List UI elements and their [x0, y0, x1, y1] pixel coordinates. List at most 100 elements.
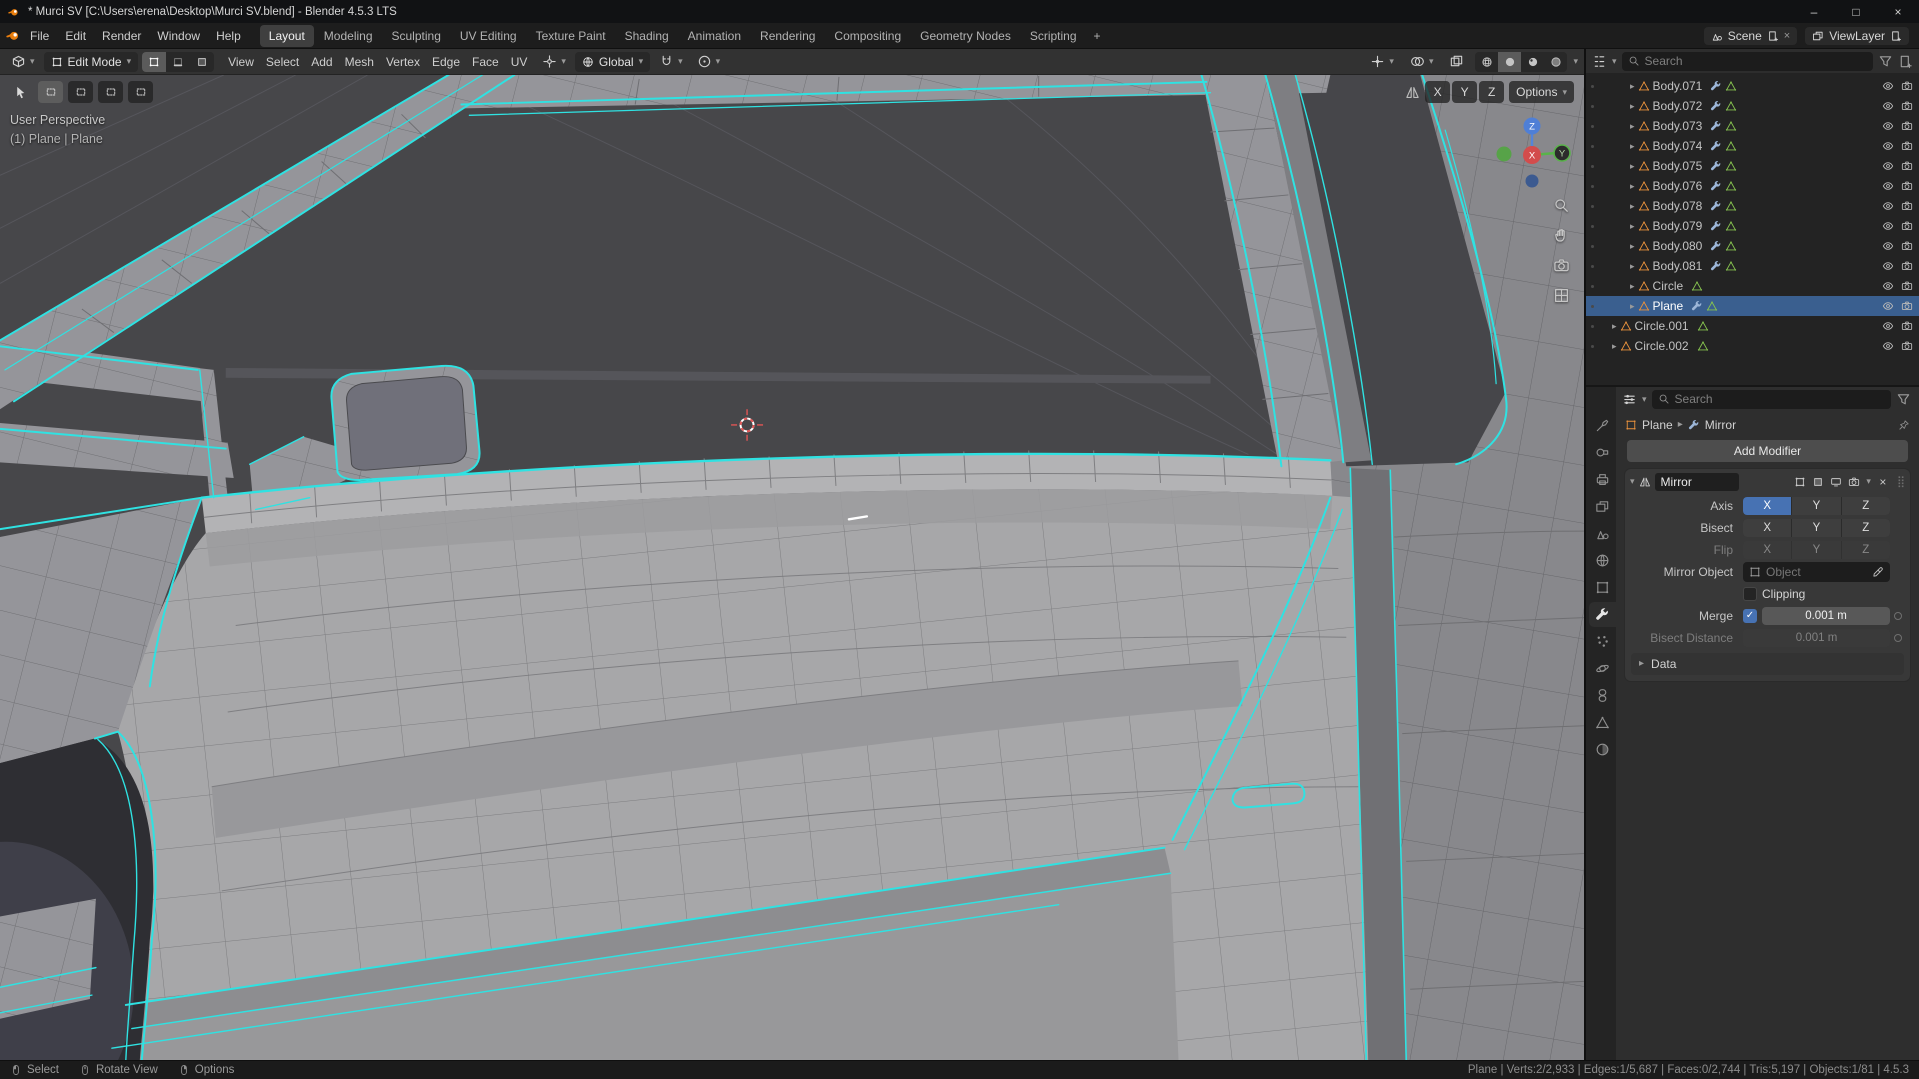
- tab-material[interactable]: [1589, 737, 1616, 762]
- disable-render-icon[interactable]: [1901, 260, 1913, 272]
- navigation-gizmo[interactable]: Z Y X: [1490, 113, 1574, 197]
- expand-chevron-icon[interactable]: ▸: [1630, 121, 1635, 131]
- viewport-menu-item[interactable]: Edge: [426, 52, 466, 72]
- tab-object[interactable]: [1589, 575, 1616, 600]
- maximize-button[interactable]: □: [1835, 0, 1877, 23]
- tab-tool[interactable]: [1589, 413, 1616, 438]
- disable-render-icon[interactable]: [1901, 140, 1913, 152]
- properties-filter-icon[interactable]: [1896, 392, 1911, 407]
- tab-modifiers[interactable]: [1589, 602, 1616, 627]
- workspace-tab[interactable]: Sculpting: [383, 25, 450, 47]
- bisect-toggle[interactable]: X: [1743, 518, 1792, 537]
- disable-render-icon[interactable]: [1901, 160, 1913, 172]
- outliner-row[interactable]: ▸ Body.081: [1586, 256, 1919, 276]
- hide-viewport-icon[interactable]: [1882, 260, 1894, 272]
- scene-selector[interactable]: Scene ×: [1703, 26, 1798, 45]
- expand-chevron-icon[interactable]: ▸: [1630, 161, 1635, 171]
- expand-chevron-icon[interactable]: ▸: [1630, 81, 1635, 91]
- tab-scene[interactable]: [1589, 521, 1616, 546]
- expand-chevron-icon[interactable]: ▸: [1630, 241, 1635, 251]
- disable-render-icon[interactable]: [1901, 300, 1913, 312]
- mirror-axis-toggle[interactable]: X: [1425, 81, 1451, 103]
- outliner-row[interactable]: ▸ Circle.001: [1586, 316, 1919, 336]
- editor-type-button[interactable]: ▾: [6, 52, 40, 71]
- axis-toggle[interactable]: Z: [1841, 496, 1890, 515]
- viewport-menu-item[interactable]: Face: [466, 52, 505, 72]
- show-render-toggle[interactable]: [1845, 473, 1862, 491]
- show-gizmo-dropdown[interactable]: ▾: [1365, 52, 1399, 71]
- minimize-button[interactable]: –: [1793, 0, 1835, 23]
- merge-decorator-dot[interactable]: [1894, 611, 1902, 620]
- new-scene-icon[interactable]: [1767, 30, 1779, 42]
- outliner-filter-icon[interactable]: [1878, 54, 1893, 69]
- mirror-object-field[interactable]: Object: [1743, 561, 1890, 582]
- outliner-row[interactable]: ▸ Body.072: [1586, 96, 1919, 116]
- hide-viewport-icon[interactable]: [1882, 320, 1894, 332]
- disable-render-icon[interactable]: [1901, 120, 1913, 132]
- add-modifier-button[interactable]: Add Modifier: [1627, 440, 1908, 462]
- edge-select-button[interactable]: [166, 52, 190, 72]
- active-tool-button[interactable]: [8, 81, 33, 103]
- breadcrumb-object[interactable]: Plane: [1642, 418, 1673, 432]
- new-collection-icon[interactable]: [1898, 54, 1913, 69]
- hide-viewport-icon[interactable]: [1882, 180, 1894, 192]
- wireframe-shading-button[interactable]: [1475, 52, 1498, 72]
- hide-viewport-icon[interactable]: [1882, 80, 1894, 92]
- disable-render-icon[interactable]: [1901, 320, 1913, 332]
- tab-physics[interactable]: [1589, 656, 1616, 681]
- axis-toggle[interactable]: Y: [1792, 496, 1841, 515]
- select-mode-extend-button[interactable]: [68, 81, 93, 103]
- eyedropper-icon[interactable]: [1872, 566, 1884, 578]
- expand-chevron-icon[interactable]: ▸: [1630, 141, 1635, 151]
- outliner-search[interactable]: [1621, 51, 1873, 71]
- data-subpanel-header[interactable]: ▸ Data: [1631, 653, 1904, 675]
- select-mode-set-button[interactable]: [38, 81, 63, 103]
- disable-render-icon[interactable]: [1901, 100, 1913, 112]
- add-workspace-button[interactable]: +: [1087, 27, 1108, 45]
- disable-render-icon[interactable]: [1901, 180, 1913, 192]
- expand-chevron-icon[interactable]: ▸: [1612, 321, 1617, 331]
- hide-viewport-icon[interactable]: [1882, 120, 1894, 132]
- outliner-row[interactable]: ▸ Circle.002: [1586, 336, 1919, 356]
- ortho-grid-icon[interactable]: [1553, 287, 1570, 304]
- orientation-dropdown[interactable]: Global ▾: [574, 51, 651, 72]
- viewport-menu-item[interactable]: Add: [305, 52, 338, 72]
- disable-render-icon[interactable]: [1901, 220, 1913, 232]
- select-mode-intersect-button[interactable]: [128, 81, 153, 103]
- mirror-axis-toggle[interactable]: Y: [1452, 81, 1478, 103]
- app-menu-item[interactable]: Window: [149, 26, 208, 46]
- proportional-edit-dropdown[interactable]: ▾: [692, 52, 726, 71]
- viewport-menu-item[interactable]: Select: [260, 52, 305, 72]
- hide-viewport-icon[interactable]: [1882, 220, 1894, 232]
- expand-chevron-icon[interactable]: ▸: [1612, 341, 1617, 351]
- modifier-extras-icon[interactable]: ▾: [1866, 477, 1871, 486]
- disable-render-icon[interactable]: [1901, 80, 1913, 92]
- show-in-editmode-toggle[interactable]: [1809, 473, 1826, 491]
- expand-chevron-icon[interactable]: ▸: [1630, 101, 1635, 111]
- hide-viewport-icon[interactable]: [1882, 240, 1894, 252]
- tab-render[interactable]: [1589, 440, 1616, 465]
- expand-chevron-icon[interactable]: ▸: [1630, 301, 1635, 311]
- workspace-tab[interactable]: Geometry Nodes: [911, 25, 1020, 47]
- axis-toggle[interactable]: X: [1743, 496, 1792, 515]
- app-menu-item[interactable]: File: [22, 26, 57, 46]
- tab-constraints[interactable]: [1589, 683, 1616, 708]
- hide-viewport-icon[interactable]: [1882, 100, 1894, 112]
- properties-search-input[interactable]: [1674, 392, 1885, 406]
- viewport-menu-item[interactable]: Mesh: [339, 52, 380, 72]
- breadcrumb-modifier[interactable]: Mirror: [1705, 418, 1736, 432]
- panel-expand-icon[interactable]: ▾: [1630, 477, 1635, 486]
- outliner-search-input[interactable]: [1644, 54, 1867, 68]
- merge-checkbox[interactable]: ✓: [1743, 608, 1757, 623]
- expand-chevron-icon[interactable]: ▸: [1630, 221, 1635, 231]
- expand-chevron-icon[interactable]: ▸: [1630, 281, 1635, 291]
- pivot-point-dropdown[interactable]: ▾: [537, 52, 571, 71]
- merge-threshold-field[interactable]: 0.001 m: [1762, 606, 1890, 625]
- unlink-scene-icon[interactable]: ×: [1784, 30, 1790, 42]
- outliner-row[interactable]: ▸ Body.074: [1586, 136, 1919, 156]
- properties-editor-dropdown-icon[interactable]: ▾: [1642, 394, 1647, 404]
- expand-chevron-icon[interactable]: ▸: [1630, 261, 1635, 271]
- delete-modifier-button[interactable]: ×: [1875, 475, 1891, 489]
- outliner-row[interactable]: ▸ Body.078: [1586, 196, 1919, 216]
- show-on-cage-toggle[interactable]: [1791, 473, 1808, 491]
